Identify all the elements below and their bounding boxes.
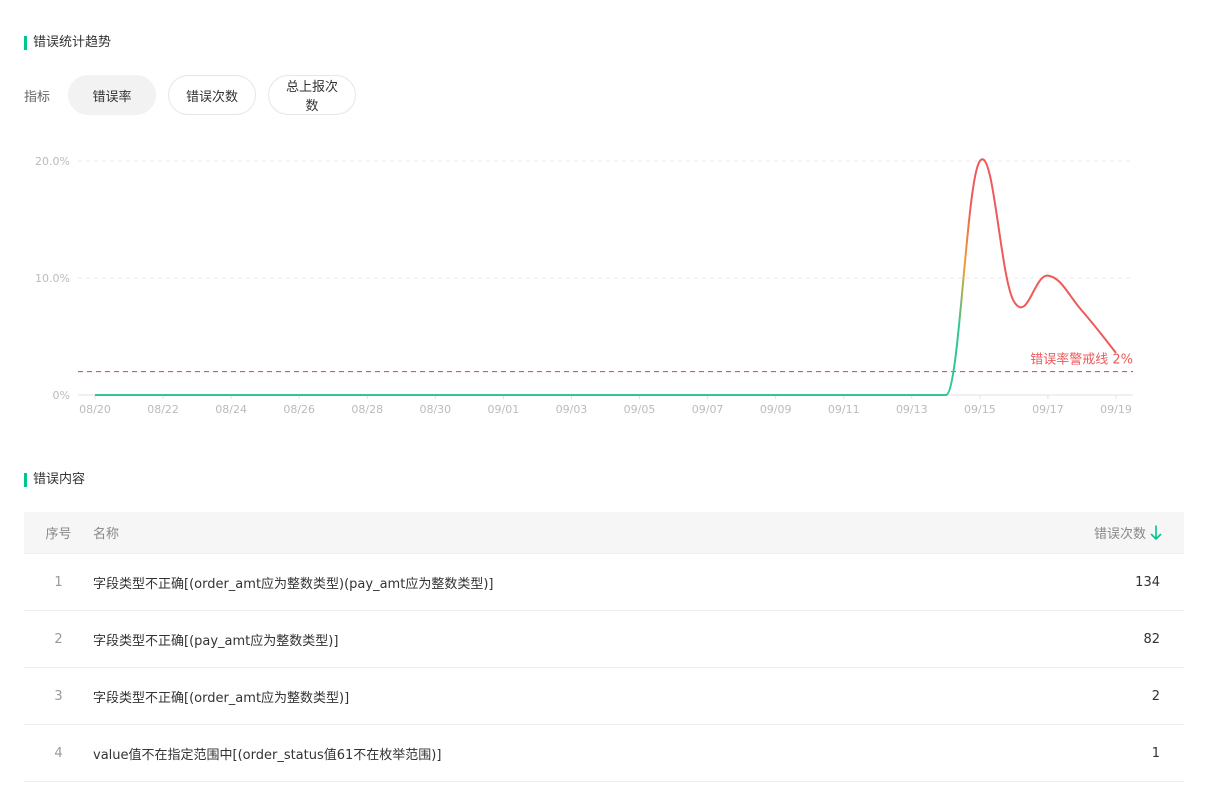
y-tick-label: 10.0% <box>35 272 70 285</box>
row-index: 4 <box>54 745 63 761</box>
row-index: 1 <box>54 574 63 590</box>
x-tick-label: 09/07 <box>692 403 724 416</box>
table-row[interactable]: 1 字段类型不正确[(order_amt应为整数类型)(pay_amt应为整数类… <box>24 554 1184 611</box>
error-trend-chart: 0%10.0%20.0% 08/20 08/22 08/24 08/26 08/28 08… <box>35 155 1133 416</box>
row-count: 82 <box>1143 631 1160 647</box>
metric-label: 指标 <box>24 89 51 105</box>
table-header: 序号 名称 错误次数 <box>24 512 1184 554</box>
x-tick-label: 08/28 <box>351 403 383 416</box>
x-tick-label: 09/15 <box>964 403 996 416</box>
table-row[interactable]: 4 value值不在指定范围中[(order_status值61不在枚举范围)]… <box>24 725 1184 782</box>
row-name: 字段类型不正确[(order_amt应为整数类型)(pay_amt应为整数类型)… <box>93 576 494 592</box>
x-tick-label: 09/03 <box>556 403 588 416</box>
row-index: 3 <box>54 688 63 704</box>
metric-error-rate-button[interactable]: 错误率 <box>68 75 156 115</box>
error-rate-series-line <box>95 158 1117 396</box>
table-row[interactable]: 2 字段类型不正确[(pay_amt应为整数类型)] 82 <box>24 611 1184 668</box>
x-tick-label: 09/13 <box>896 403 928 416</box>
x-tick-label: 09/09 <box>760 403 792 416</box>
row-count: 134 <box>1135 574 1160 590</box>
table-row[interactable]: 3 字段类型不正确[(order_amt应为整数类型)] 2 <box>24 668 1184 725</box>
x-tick-label: 09/01 <box>488 403 520 416</box>
x-tick-label: 08/24 <box>215 403 247 416</box>
y-tick-label: 0% <box>53 389 70 402</box>
x-tick-label: 08/30 <box>419 403 451 416</box>
x-tick-label: 09/17 <box>1032 403 1064 416</box>
y-tick-label: 20.0% <box>35 155 70 168</box>
row-count: 2 <box>1151 688 1160 704</box>
row-name: 字段类型不正确[(pay_amt应为整数类型)] <box>93 633 339 649</box>
metric-selector: 指标 错误率 错误次数 总上报次数 <box>24 75 368 115</box>
content-section-title: 错误内容 <box>24 472 85 488</box>
sort-down-arrow-icon[interactable] <box>1150 524 1162 541</box>
x-axis-ticks: 08/20 08/22 08/24 08/26 08/28 08/30 09/01 09/03… <box>79 395 1132 416</box>
row-name: 字段类型不正确[(order_amt应为整数类型)] <box>93 690 350 706</box>
x-tick-label: 09/05 <box>624 403 656 416</box>
header-count-label: 错误次数 <box>1093 527 1146 542</box>
x-tick-label: 08/22 <box>147 403 179 416</box>
row-count: 1 <box>1151 745 1160 761</box>
metric-total-reports-button[interactable]: 总上报次数 <box>268 75 356 115</box>
x-tick-label: 09/11 <box>828 403 860 416</box>
row-name: value值不在指定范围中[(order_status值61不在枚举范围)] <box>93 747 442 763</box>
y-axis-ticks: 0% 10.0% 20.0% <box>35 155 70 402</box>
threshold-label: 错误率警戒线 2% <box>1030 352 1133 368</box>
header-index: 序号 <box>45 527 72 542</box>
header-count-sort[interactable]: 错误次数 <box>984 523 1184 542</box>
x-tick-label: 08/26 <box>283 403 315 416</box>
error-content-table: 序号 名称 错误次数 1 字段类型不正确[(order_amt应为整数类型)(p… <box>24 512 1184 782</box>
metric-error-count-button[interactable]: 错误次数 <box>168 75 256 115</box>
chart-grid <box>78 160 1133 396</box>
x-tick-label: 08/20 <box>79 403 111 416</box>
trend-section-title: 错误统计趋势 <box>24 35 111 51</box>
x-tick-label: 09/19 <box>1100 403 1132 416</box>
header-name: 名称 <box>93 527 120 542</box>
row-index: 2 <box>54 631 63 647</box>
